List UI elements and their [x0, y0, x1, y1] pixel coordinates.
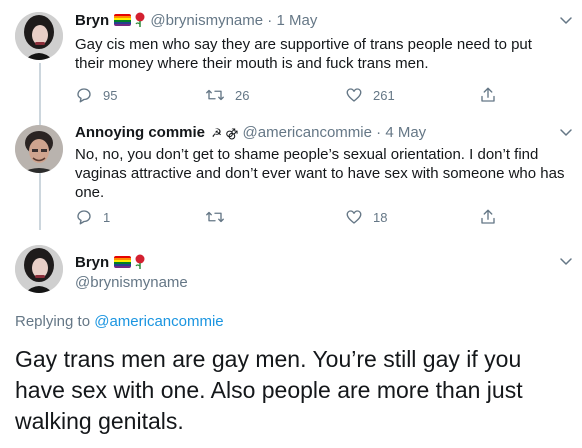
rainbow-flag-icon — [114, 14, 132, 26]
retweet-count: 26 — [235, 87, 250, 103]
like-button[interactable]: 261 — [345, 84, 395, 106]
name-emoji: ☭ ⚣ — [211, 126, 239, 140]
like-button[interactable]: 18 — [345, 206, 387, 228]
rose-icon — [135, 254, 145, 269]
reply-count: 95 — [103, 87, 118, 103]
handle[interactable]: @brynismyname — [75, 274, 188, 291]
like-count: 261 — [373, 87, 395, 103]
avatar[interactable] — [15, 125, 63, 173]
chevron-down-icon[interactable] — [558, 12, 574, 28]
avatar[interactable] — [15, 245, 63, 293]
timestamp[interactable]: 1 May — [276, 12, 317, 29]
tweet-actions: 1 18 — [75, 206, 515, 228]
rose-icon — [135, 12, 145, 27]
like-icon — [346, 88, 362, 102]
reply-icon — [77, 210, 91, 225]
tweet-text: No, no, you don’t get to shame people’s … — [75, 146, 565, 201]
share-icon — [481, 209, 495, 224]
chevron-down-icon[interactable] — [558, 253, 574, 269]
focused-tweet-text: Gay trans men are gay men. You’re still … — [15, 346, 523, 434]
chevron-down-icon[interactable] — [558, 124, 574, 140]
reply-count: 1 — [103, 209, 111, 225]
display-name[interactable]: Bryn — [75, 12, 109, 29]
reply-icon — [77, 88, 91, 103]
avatar[interactable] — [15, 12, 63, 60]
share-button[interactable] — [479, 84, 497, 106]
author-handle: @brynismyname — [75, 273, 188, 293]
share-button[interactable] — [479, 206, 497, 228]
tweet-header: Annoying commie ☭ ⚣ @americancommie · 4 … — [75, 123, 426, 143]
tweet[interactable]: Bryn @brynismyname · 1 May Gay cis men w… — [0, 0, 582, 115]
share-icon — [481, 87, 495, 102]
retweet-button[interactable]: 26 — [205, 84, 249, 106]
reply-button[interactable]: 95 — [75, 84, 117, 106]
display-name[interactable]: Bryn — [75, 254, 109, 271]
author-name: Bryn — [75, 253, 146, 273]
tweet[interactable]: Annoying commie ☭ ⚣ @americancommie · 4 … — [0, 115, 582, 235]
replying-mention-link[interactable]: @americancommie — [94, 313, 223, 330]
handle[interactable]: @brynismyname — [150, 12, 263, 29]
reply-button[interactable]: 1 — [75, 206, 110, 228]
tweet-thread: Bryn @brynismyname · 1 May Gay cis men w… — [0, 0, 582, 448]
tweet-actions: 95 26 261 — [75, 84, 515, 106]
display-name[interactable]: Annoying commie — [75, 124, 205, 141]
replying-to: Replying to @americancommie — [15, 313, 224, 330]
tweet-header: Bryn @brynismyname · 1 May — [75, 11, 317, 31]
like-icon — [346, 210, 362, 224]
retweet-icon — [206, 211, 224, 223]
retweet-icon — [206, 89, 224, 101]
separator: · — [267, 12, 273, 29]
timestamp[interactable]: 4 May — [385, 124, 426, 141]
separator: · — [376, 124, 382, 141]
retweet-button[interactable] — [205, 206, 235, 228]
rainbow-flag-icon — [114, 256, 132, 268]
replying-prefix: Replying to — [15, 313, 91, 330]
tweet-text: Gay cis men who say they are supportive … — [75, 36, 532, 72]
like-count: 18 — [373, 209, 388, 225]
handle[interactable]: @americancommie — [243, 124, 372, 141]
